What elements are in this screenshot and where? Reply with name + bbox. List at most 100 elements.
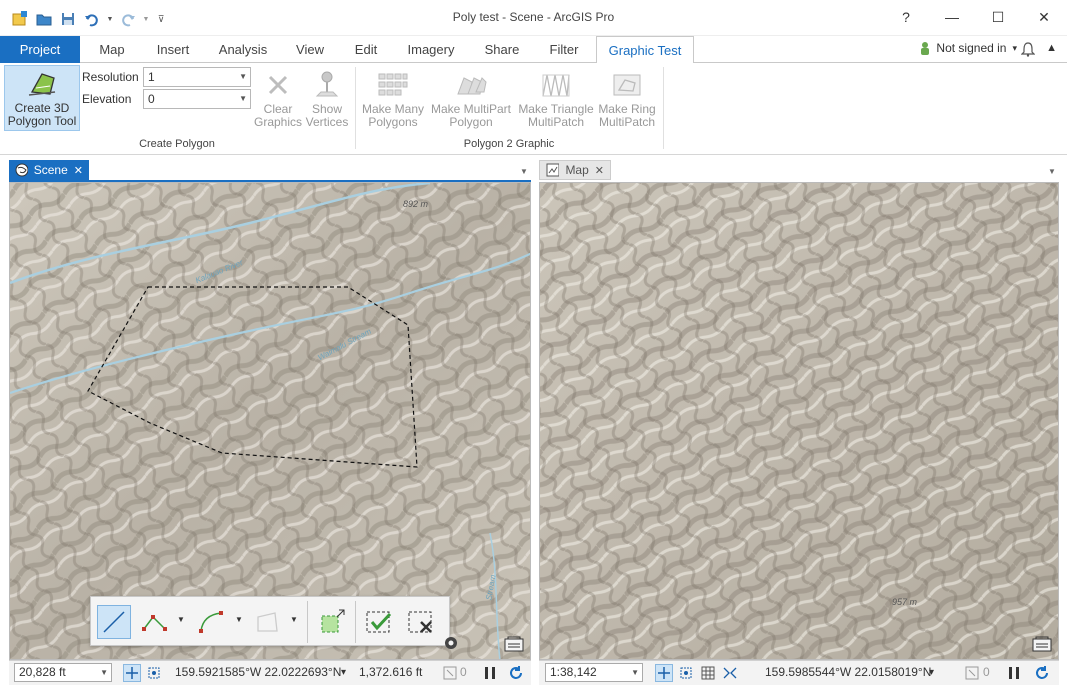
finish-part-icon <box>321 609 345 633</box>
chevron-down-icon: ▼ <box>100 668 108 677</box>
tab-view[interactable]: View <box>288 36 332 63</box>
tab-filter[interactable]: Filter <box>542 36 586 63</box>
vertex-line-button[interactable] <box>139 605 173 639</box>
terrain-hillshade-map <box>540 183 1058 659</box>
polygon-tool-icon <box>5 66 79 102</box>
elevation-label-892: 892 m <box>403 199 429 209</box>
help-button[interactable]: ? <box>883 0 929 34</box>
map-pane-menu-icon[interactable]: ▼ <box>1048 167 1056 176</box>
tab-share[interactable]: Share <box>476 36 528 63</box>
arc-dropdown-icon[interactable]: ▼ <box>235 615 243 624</box>
map-selection-count: 0 <box>983 665 990 679</box>
make-triangle-multipatch-button[interactable]: Make Triangle MultiPatch <box>516 67 596 131</box>
selection-count-icon <box>441 664 459 682</box>
map-coordinates: 159.5985544°W 22.0158019°N <box>765 665 932 679</box>
tab-insert[interactable]: Insert <box>148 36 198 63</box>
polygon-2-graphic-group-label: Polygon 2 Graphic <box>463 138 555 150</box>
fixed-zoom-icon[interactable] <box>655 664 673 682</box>
ribbon-panel: Create 3D Polygon Tool Resolution 1 ▼ El… <box>0 63 1067 155</box>
tab-analysis[interactable]: Analysis <box>212 36 274 63</box>
arc-segment-button[interactable] <box>195 605 229 639</box>
finish-sketch-button[interactable] <box>363 605 397 639</box>
snapping-icon[interactable] <box>677 664 695 682</box>
map-scale-value: 1:38,142 <box>550 665 597 679</box>
sign-in-caret: ▾ <box>1012 42 1017 53</box>
finish-part-button[interactable] <box>315 605 349 639</box>
tab-imagery[interactable]: Imagery <box>400 36 462 63</box>
elevation-value: 0 <box>148 92 155 106</box>
minimize-button[interactable]: — <box>929 0 975 34</box>
cancel-sketch-button[interactable] <box>405 605 439 639</box>
map-view-icon <box>546 163 560 177</box>
map-tab-label: Map <box>565 163 589 177</box>
basemap-gallery-icon[interactable] <box>504 635 524 653</box>
create-3d-label-2: Polygon Tool <box>7 114 77 128</box>
multipart-label-2: Polygon <box>449 115 493 129</box>
check-icon <box>366 611 392 633</box>
window-controls: ? — ☐ ✕ <box>883 0 1067 34</box>
make-ring-multipatch-button[interactable]: Make Ring MultiPatch <box>596 67 658 131</box>
elevation-label-957: 957 m <box>892 597 918 607</box>
scene-pane-menu-icon[interactable]: ▼ <box>520 167 528 176</box>
maximize-button[interactable]: ☐ <box>975 0 1021 34</box>
fixed-zoom-icon[interactable] <box>123 664 141 682</box>
user-icon <box>921 42 930 55</box>
vertex-line-dropdown-icon[interactable]: ▼ <box>177 615 185 624</box>
ring-label-2: MultiPatch <box>598 115 656 129</box>
elevation-label: Elevation <box>82 92 132 106</box>
map-view-canvas[interactable]: 957 m <box>539 182 1059 660</box>
correction-icon[interactable] <box>721 664 739 682</box>
arc-icon <box>199 611 223 633</box>
toolbar-separator <box>307 601 308 643</box>
tab-graphic-test[interactable]: Graphic Test <box>596 36 694 64</box>
many-polygons-icon <box>360 67 426 103</box>
resolution-combo[interactable]: 1 ▼ <box>143 67 251 87</box>
elevation-combo[interactable]: 0 ▼ <box>143 89 251 109</box>
selection-count-icon <box>963 664 981 682</box>
scene-scale-combo[interactable]: 20,828 ft ▼ <box>14 663 112 682</box>
toolbar-options-gear-icon[interactable] <box>443 635 459 654</box>
pause-drawing-icon[interactable] <box>1005 664 1023 682</box>
cancel-x-icon <box>408 611 432 633</box>
scene-elevation: 1,372.616 ft <box>359 665 423 679</box>
collapse-ribbon-icon[interactable]: ▲ <box>1046 42 1057 54</box>
resolution-label: Resolution <box>82 70 139 84</box>
title-bar: ▼ ▼ ⊽ Poly test - Scene - ArcGIS Pro ? —… <box>0 0 1067 36</box>
notifications-bell-icon[interactable] <box>1020 41 1036 60</box>
line-segment-icon <box>103 611 125 633</box>
scene-view-canvas[interactable]: 892 m Kalauao River Waimalu Stream Strea… <box>9 182 531 660</box>
close-icon[interactable]: ✕ <box>595 164 604 177</box>
snapping-icon[interactable] <box>145 664 163 682</box>
polyline-sketch-button[interactable] <box>97 605 131 639</box>
chevron-down-icon: ▼ <box>239 72 247 81</box>
tab-map-view[interactable]: Map ✕ <box>539 160 611 180</box>
right-angle-dropdown-icon[interactable]: ▼ <box>290 615 298 624</box>
close-button[interactable]: ✕ <box>1021 0 1067 34</box>
ring-multipatch-icon <box>596 67 658 103</box>
basemap-gallery-icon[interactable] <box>1032 635 1052 653</box>
right-angle-button[interactable] <box>251 605 285 639</box>
map-scale-combo[interactable]: 1:38,142 ▼ <box>545 663 643 682</box>
pause-drawing-icon[interactable] <box>481 664 499 682</box>
scene-coords-dropdown[interactable]: ▾ <box>341 667 346 678</box>
show-vertices-button[interactable]: Show Vertices <box>304 67 350 131</box>
make-many-polygons-button[interactable]: Make Many Polygons <box>360 67 426 131</box>
sign-in-label: Not signed in <box>936 41 1007 55</box>
sketch-toolbar: ▼ ▼ ▼ <box>90 596 450 646</box>
close-icon[interactable]: ✕ <box>74 164 83 177</box>
refresh-icon[interactable] <box>507 664 525 682</box>
grid-icon[interactable] <box>699 664 717 682</box>
make-multipart-polygon-button[interactable]: Make MultiPart Polygon <box>428 67 514 131</box>
tab-scene-view[interactable]: Scene ✕ <box>9 160 89 180</box>
scene-scale-value: 20,828 ft <box>19 665 66 679</box>
refresh-icon[interactable] <box>1033 664 1051 682</box>
vertex-line-icon <box>142 615 167 631</box>
tab-project[interactable]: Project <box>0 36 80 63</box>
sign-in-status[interactable]: Not signed in ▾ <box>920 41 1017 55</box>
scene-coordinates: 159.5921585°W 22.0222693°N <box>175 665 342 679</box>
create-3d-polygon-tool-button[interactable]: Create 3D Polygon Tool <box>4 65 80 131</box>
clear-graphics-button[interactable]: Clear Graphics <box>252 67 304 131</box>
map-coords-dropdown[interactable]: ▾ <box>929 667 934 678</box>
tab-map[interactable]: Map <box>90 36 134 63</box>
tab-edit[interactable]: Edit <box>346 36 386 63</box>
